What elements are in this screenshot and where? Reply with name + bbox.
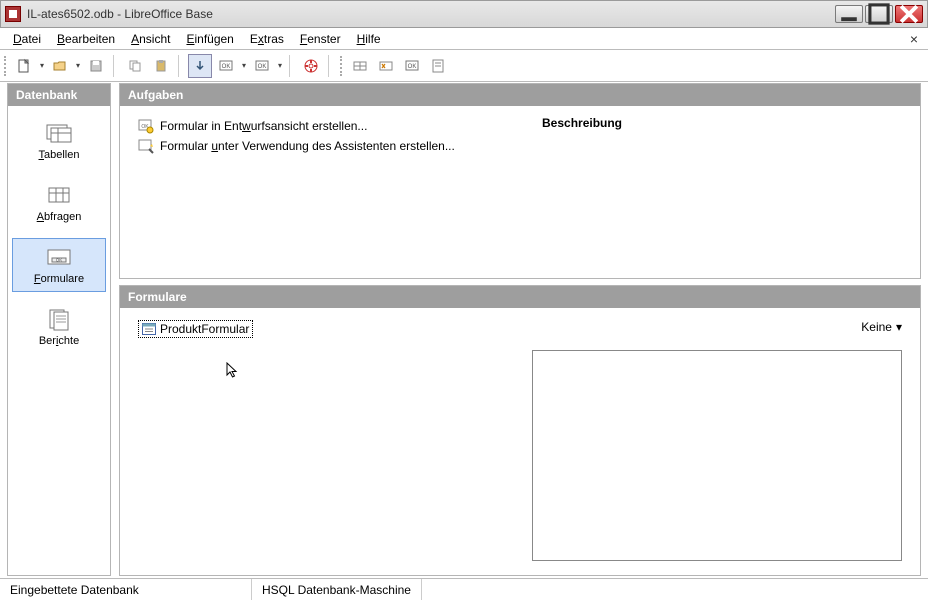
tasks-header: Aufgaben xyxy=(120,84,920,106)
forms-icon: OK xyxy=(43,245,75,269)
report-button[interactable] xyxy=(426,54,450,78)
sidebar-item-label: Formulare xyxy=(34,273,84,285)
menu-help[interactable]: Hilfe xyxy=(350,30,388,48)
task-label: Formular in Entwurfsansicht erstellen... xyxy=(160,119,367,133)
window-titlebar: IL-ates6502.odb - LibreOffice Base xyxy=(0,0,928,28)
sidebar-header: Datenbank xyxy=(8,84,110,106)
tasks-panel: Aufgaben OK Formular in Entwurfsansicht … xyxy=(119,83,921,279)
main-area: Datenbank Tabellen Abfragen OK Formulare… xyxy=(7,83,921,576)
toolbar: ▾ ▾ OK ▾ OK ▾ OK xyxy=(0,50,928,82)
table-button[interactable] xyxy=(348,54,372,78)
menu-window[interactable]: Fenster xyxy=(293,30,348,48)
statusbar: Eingebettete Datenbank HSQL Datenbank-Ma… xyxy=(0,578,928,600)
query-button[interactable] xyxy=(374,54,398,78)
form-item-icon xyxy=(142,323,156,335)
sidebar-item-label: Berichte xyxy=(39,335,79,347)
open-dropdown[interactable]: ▾ xyxy=(74,61,82,70)
form-item-produktformular[interactable]: ProduktFormular xyxy=(138,320,253,338)
help-button[interactable] xyxy=(299,54,323,78)
svg-text:OK: OK xyxy=(408,64,417,70)
svg-text:OK: OK xyxy=(258,64,267,70)
tasks-list: OK Formular in Entwurfsansicht erstellen… xyxy=(138,116,542,268)
description-label: Beschreibung xyxy=(542,116,902,130)
minimize-button[interactable] xyxy=(835,5,863,23)
new-doc-button[interactable] xyxy=(12,54,36,78)
task-create-wizard[interactable]: Formular unter Verwendung des Assistente… xyxy=(138,136,542,156)
task-label: Formular unter Verwendung des Assistente… xyxy=(160,139,455,153)
toolbar-grip[interactable] xyxy=(4,56,8,76)
app-icon xyxy=(5,6,21,22)
form-view-dropdown[interactable]: ▾ xyxy=(276,61,284,70)
form-wizard-icon xyxy=(138,138,154,154)
dropdown-arrow-icon: ▾ xyxy=(896,320,902,334)
maximize-button[interactable] xyxy=(865,5,893,23)
forms-header: Formulare xyxy=(120,286,920,308)
svg-text:OK: OK xyxy=(222,64,231,70)
form-item-label: ProduktFormular xyxy=(160,322,249,336)
form-properties-button[interactable]: OK xyxy=(214,54,238,78)
form-dropdown[interactable]: ▾ xyxy=(240,61,248,70)
preview-pane xyxy=(532,350,902,561)
menu-extras[interactable]: Extras xyxy=(243,30,291,48)
view-options-label: Keine xyxy=(861,320,892,334)
open-button[interactable] xyxy=(48,54,72,78)
close-button[interactable] xyxy=(895,5,923,23)
window-controls xyxy=(835,5,923,23)
menu-edit[interactable]: Bearbeiten xyxy=(50,30,122,48)
form-new-button[interactable]: OK xyxy=(400,54,424,78)
forms-panel: Formulare ProduktFormular Keine ▾ xyxy=(119,285,921,576)
sidebar-item-queries[interactable]: Abfragen xyxy=(12,176,106,230)
status-embedded-db: Eingebettete Datenbank xyxy=(0,579,252,600)
toolbar-grip[interactable] xyxy=(340,56,344,76)
queries-icon xyxy=(43,183,75,207)
task-create-design-view[interactable]: OK Formular in Entwurfsansicht erstellen… xyxy=(138,116,542,136)
sidebar-item-label: Abfragen xyxy=(37,211,82,223)
sidebar-item-tables[interactable]: Tabellen xyxy=(12,114,106,168)
toolbar-separator xyxy=(113,55,118,77)
status-engine: HSQL Datenbank-Maschine xyxy=(252,579,422,600)
menubar: Datei Bearbeiten Ansicht Einfügen Extras… xyxy=(0,28,928,50)
toolbar-separator xyxy=(328,55,333,77)
sidebar-item-forms[interactable]: OK Formulare xyxy=(12,238,106,292)
copy-button[interactable] xyxy=(123,54,147,78)
database-sidebar: Datenbank Tabellen Abfragen OK Formulare… xyxy=(7,83,111,576)
toolbar-separator xyxy=(289,55,294,77)
form-design-icon: OK xyxy=(138,118,154,134)
sort-ascending-button[interactable] xyxy=(188,54,212,78)
window-title: IL-ates6502.odb - LibreOffice Base xyxy=(27,7,835,21)
save-button[interactable] xyxy=(84,54,108,78)
sidebar-item-label: Tabellen xyxy=(39,149,80,161)
sidebar-item-reports[interactable]: Berichte xyxy=(12,300,106,354)
menu-view[interactable]: Ansicht xyxy=(124,30,177,48)
menu-file[interactable]: Datei xyxy=(6,30,48,48)
paste-button[interactable] xyxy=(149,54,173,78)
content-area: Aufgaben OK Formular in Entwurfsansicht … xyxy=(119,83,921,576)
new-doc-dropdown[interactable]: ▾ xyxy=(38,61,46,70)
reports-icon xyxy=(43,307,75,331)
menu-insert[interactable]: Einfügen xyxy=(179,30,240,48)
document-close-icon[interactable]: × xyxy=(906,31,922,47)
view-options-dropdown[interactable]: Keine ▾ xyxy=(861,320,902,334)
tables-icon xyxy=(43,121,75,145)
svg-text:OK: OK xyxy=(56,258,63,263)
form-view-button[interactable]: OK xyxy=(250,54,274,78)
toolbar-separator xyxy=(178,55,183,77)
